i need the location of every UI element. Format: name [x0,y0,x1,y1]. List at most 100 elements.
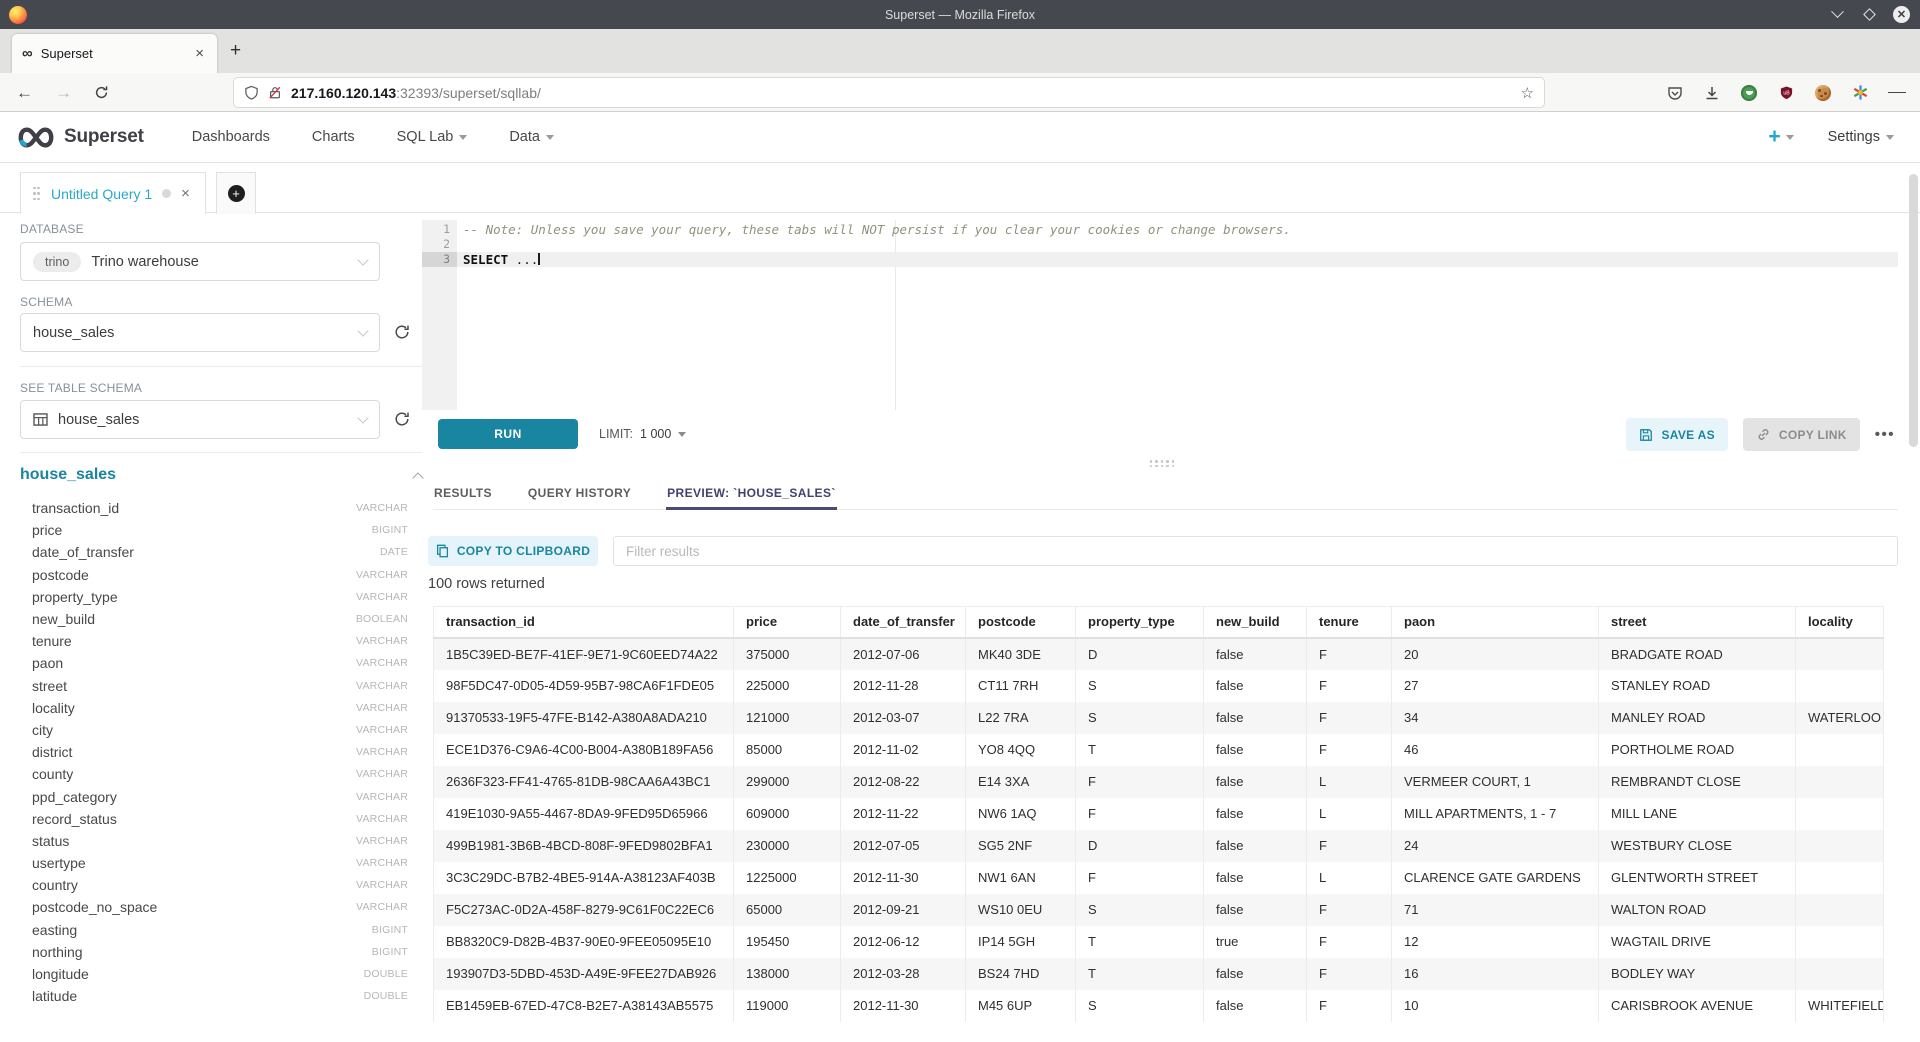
pinwheel-extension-icon[interactable] [1851,84,1869,102]
table-header-row: transaction_idpricedate_of_transferpostc… [434,607,1884,638]
table-cell: 193907D3-5DBD-453D-A49E-9FEE27DAB926 [434,958,734,990]
lock-broken-icon[interactable] [268,85,282,100]
column-name: easting [32,922,77,938]
refresh-schemas-icon[interactable] [393,323,411,341]
table-cell: 27 [1392,670,1599,702]
superset-logo[interactable]: Superset [16,125,144,150]
column-header-paon[interactable]: paon [1392,607,1599,638]
bookmark-star-icon[interactable]: ☆ [1521,84,1534,102]
table-cell: false [1204,862,1307,894]
table-cell: 2012-07-06 [841,638,966,670]
url-text: 217.160.120.143:32393/superset/sqllab/ [291,85,1512,101]
save-as-button[interactable]: SAVE AS [1626,418,1727,451]
table-cell [1796,958,1884,990]
column-name: property_type [32,589,118,605]
table-cell: 138000 [734,958,841,990]
privacy-extension-icon[interactable] [1740,84,1758,102]
sql-comment: -- Note: Unless you save your query, the… [463,222,1291,237]
scrollbar-thumb[interactable] [1909,174,1918,447]
results-tab-preview[interactable]: PREVIEW: `HOUSE_SALES` [666,480,837,510]
column-header-property_type[interactable]: property_type [1076,607,1204,638]
column-header-price[interactable]: price [734,607,841,638]
column-header-postcode[interactable]: postcode [966,607,1076,638]
table-row: 193907D3-5DBD-453D-A49E-9FEE27DAB9261380… [434,958,1884,990]
column-type: VARCHAR [356,879,408,891]
table-cell: ECE1D376-C9A6-4C00-B004-A380B189FA56 [434,734,734,766]
filter-results-input[interactable] [613,536,1898,566]
nav-item-sql-lab[interactable]: SQL Lab [397,129,468,145]
browser-tab[interactable]: ∞ Superset × [12,34,217,73]
column-header-street[interactable]: street [1599,607,1796,638]
chevron-up-icon[interactable] [412,472,423,483]
menu-hamburger-icon[interactable] [1888,84,1906,102]
results-table: transaction_idpricedate_of_transferpostc… [433,606,1884,1042]
nav-item-data[interactable]: Data [509,129,554,145]
query-tab-title: Untitled Query 1 [51,186,152,202]
limit-dropdown[interactable]: LIMIT: 1 000 [599,419,686,449]
ublock-icon[interactable]: uB [1777,84,1795,102]
line-number: 3 [422,252,457,267]
table-column-row: districtVARCHAR [20,741,408,763]
table-row: 419E1030-9A55-4467-8DA9-9FED95D659666090… [434,798,1884,830]
add-query-tab-button[interactable]: + [216,172,256,214]
window-minimize-button[interactable] [1829,7,1845,23]
drag-handle-icon[interactable] [33,186,41,202]
shield-icon[interactable] [244,85,259,101]
column-type: VARCHAR [356,857,408,869]
nav-item-dashboards[interactable]: Dashboards [192,129,270,145]
window-maximize-button[interactable] [1861,7,1877,23]
column-header-locality[interactable]: locality [1796,607,1884,638]
schema-select[interactable]: house_sales [20,313,380,352]
copy-link-button[interactable]: COPY LINK [1743,418,1860,451]
table-column-row: paonVARCHAR [20,652,408,674]
table-cell: 34 [1392,702,1599,734]
table-select[interactable]: house_sales [20,400,380,439]
nav-item-charts[interactable]: Charts [312,129,355,145]
column-header-new_build[interactable]: new_build [1204,607,1307,638]
new-tab-button[interactable]: + [230,41,241,60]
pocket-icon[interactable] [1666,84,1684,102]
query-tab-active[interactable]: Untitled Query 1 × [20,172,206,214]
column-header-date_of_transfer[interactable]: date_of_transfer [841,607,966,638]
table-schema-header[interactable]: house_sales [20,466,422,484]
database-select[interactable]: trino Trino warehouse [20,242,380,281]
more-actions-button[interactable]: ••• [1875,426,1895,443]
window-close-button[interactable]: ✕ [1893,6,1910,23]
svg-text:uB: uB [1783,90,1790,96]
settings-menu[interactable]: Settings [1828,129,1894,145]
column-header-tenure[interactable]: tenure [1307,607,1392,638]
table-cell: 119000 [734,990,841,1022]
pane-resize-handle[interactable] [1150,459,1177,469]
reload-button[interactable] [94,85,109,100]
chevron-down-icon [357,325,368,336]
table-columns-list: transaction_idVARCHARpriceBIGINTdate_of_… [20,497,408,1007]
copy-to-clipboard-button[interactable]: COPY TO CLIPBOARD [428,536,598,566]
tab-close-icon[interactable]: × [192,45,207,62]
run-button[interactable]: RUN [438,419,578,449]
cookie-extension-icon[interactable] [1814,84,1832,102]
table-cell: F [1076,766,1204,798]
table-row: ECE1D376-C9A6-4C00-B004-A380B189FA568500… [434,734,1884,766]
add-new-button[interactable]: + [1768,125,1793,149]
url-bar[interactable]: 217.160.120.143:32393/superset/sqllab/ ☆ [234,78,1544,107]
chevron-down-icon [1886,135,1894,140]
download-icon[interactable] [1703,84,1721,102]
results-tab-results[interactable]: RESULTS [433,480,493,510]
results-tab-bar: RESULTS QUERY HISTORY PREVIEW: `HOUSE_SALE… [433,480,1898,510]
schema-label: SCHEMA [20,295,73,309]
results-tab-query-history[interactable]: QUERY HISTORY [527,480,632,510]
forward-button[interactable]: → [55,84,72,101]
query-tab-close-icon[interactable]: × [181,186,190,201]
column-name: new_build [32,611,95,627]
sql-editor[interactable]: 123 -- Note: Unless you save your query,… [422,220,1898,410]
editor-code[interactable]: -- Note: Unless you save your query, the… [457,220,1898,410]
table-cell [1796,862,1884,894]
refresh-tables-icon[interactable] [393,410,411,428]
rows-returned-status: 100 rows returned [428,576,545,592]
editor-gutter: 123 [422,220,457,410]
table-cell: false [1204,798,1307,830]
column-type: VARCHAR [356,680,408,692]
back-button[interactable]: ← [16,84,33,101]
table-cell: BRADGATE ROAD [1599,638,1796,670]
column-header-transaction_id[interactable]: transaction_id [434,607,734,638]
